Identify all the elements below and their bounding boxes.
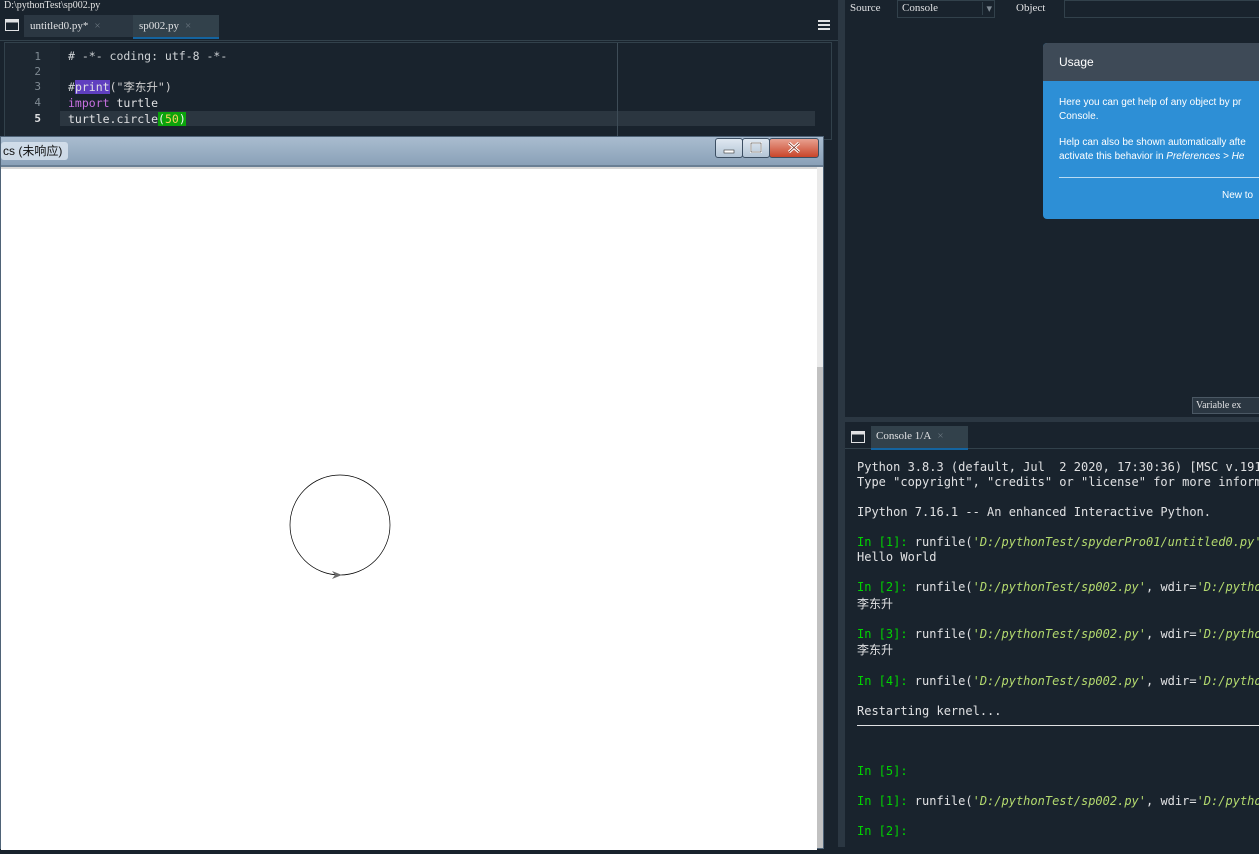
console-line: In [2]:	[857, 824, 908, 838]
source-select[interactable]: Console ▾	[897, 0, 995, 18]
usage-text: Help can also be shown automatically aft…	[1059, 137, 1246, 148]
usage-text: Console.	[1059, 111, 1099, 122]
console-line: In [3]: runfile('D:/pythonTest/sp002.py'…	[857, 627, 1259, 641]
line-number: 3	[34, 80, 41, 93]
editor-tabbar: untitled0.py* × sp002.py ×	[0, 12, 840, 41]
usage-text: activate this behavior in Preferences > …	[1059, 151, 1245, 162]
console-line: Hello World	[857, 550, 937, 564]
tab-untitled0[interactable]: untitled0.py* ×	[24, 15, 136, 37]
turtle-cursor-icon	[332, 571, 342, 579]
console-line: In [1]: runfile('D:/pythonTest/spyderPro…	[857, 535, 1259, 549]
source-select-value: Console	[902, 2, 939, 14]
pane-splitter[interactable]	[838, 0, 845, 847]
close-tab-icon[interactable]: ×	[94, 20, 100, 32]
tab-label: untitled0.py*	[30, 20, 89, 32]
line-number: 2	[34, 65, 41, 78]
browse-tabs-icon[interactable]	[851, 431, 865, 443]
tab-console-1a[interactable]: Console 1/A ×	[871, 426, 968, 450]
file-path-bar: D:\pythonTest\sp002.py	[0, 0, 844, 12]
edge-line	[617, 43, 618, 139]
console-line: 李东升	[857, 597, 894, 611]
turtle-graphics-window: cs (未响应)	[0, 136, 824, 850]
turtle-drawing	[289, 474, 391, 579]
window-title: cs (未响应)	[1, 142, 69, 160]
variable-explorer-tab[interactable]: Variable ex	[1192, 397, 1259, 414]
object-input[interactable]	[1064, 0, 1259, 18]
console-line: In [2]: runfile('D:/pythonTest/sp002.py'…	[857, 580, 1259, 594]
code-line: #print("李东升")	[68, 80, 172, 94]
window-titlebar[interactable]: cs (未响应)	[1, 137, 823, 165]
options-menu-icon[interactable]	[817, 18, 831, 32]
ipython-console[interactable]: Python 3.8.3 (default, Jul 2 2020, 17:30…	[847, 450, 1259, 847]
tab-sp002[interactable]: sp002.py ×	[133, 15, 219, 39]
maximize-icon	[750, 142, 762, 153]
code-editor[interactable]: 1 2 3 4 5 # -*- coding: utf-8 -*- #print…	[4, 42, 832, 140]
usage-header: Usage	[1043, 43, 1259, 81]
usage-title: Usage	[1059, 55, 1094, 69]
tab-label: sp002.py	[139, 20, 180, 32]
maximize-button[interactable]	[742, 138, 770, 158]
console-line: In [5]:	[857, 764, 908, 778]
source-label: Source	[850, 2, 881, 14]
minimize-icon	[723, 149, 735, 154]
tab-label: Console 1/A	[876, 430, 932, 442]
usage-footer-link[interactable]: New to	[1222, 190, 1253, 201]
console-line: IPython 7.16.1 -- An enhanced Interactiv…	[857, 505, 1212, 519]
line-number: 1	[34, 50, 41, 63]
kernel-restart-divider	[857, 725, 1259, 726]
code-line: # -*- coding: utf-8 -*-	[68, 49, 228, 63]
console-line: In [1]: runfile('D:/pythonTest/sp002.py'…	[857, 794, 1259, 808]
scrollbar-thumb[interactable]	[817, 367, 823, 848]
minimize-button[interactable]	[715, 138, 743, 158]
line-number: 5	[34, 112, 41, 125]
turtle-canvas[interactable]	[1, 167, 817, 850]
console-line: Python 3.8.3 (default, Jul 2 2020, 17:30…	[857, 460, 1259, 474]
code-line: import turtle	[68, 96, 159, 110]
close-window-button[interactable]	[769, 138, 819, 158]
code-line: turtle.circle(50)	[68, 112, 186, 126]
usage-help-card: Usage Here you can get help of any objec…	[1043, 43, 1259, 219]
usage-text: Here you can get help of any object by p…	[1059, 97, 1242, 108]
browse-tabs-icon[interactable]	[5, 19, 19, 31]
close-tab-icon[interactable]: ×	[937, 430, 943, 442]
object-label: Object	[1016, 2, 1046, 14]
console-line: Restarting kernel...	[857, 704, 1002, 718]
drawn-circle	[289, 474, 391, 576]
console-line: In [4]: runfile('D:/pythonTest/sp002.py'…	[857, 674, 1259, 688]
close-icon	[787, 141, 801, 154]
chevron-down-icon: ▾	[982, 2, 992, 15]
console-line: 李东升	[857, 643, 894, 657]
line-number: 4	[34, 96, 41, 109]
divider	[1059, 177, 1259, 178]
console-line: Type "copyright", "credits" or "license"…	[857, 475, 1259, 489]
close-tab-icon[interactable]: ×	[185, 20, 191, 32]
